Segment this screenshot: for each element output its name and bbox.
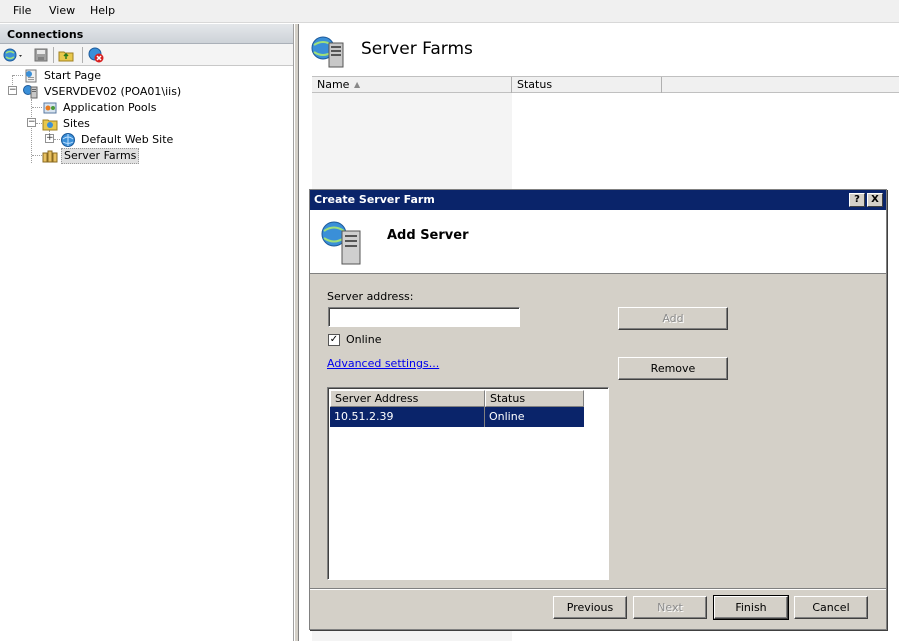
table-row[interactable]: 10.51.2.39 Online [330,407,584,427]
column-status-label: Status [517,78,553,91]
connect-globe-icon[interactable] [3,47,22,63]
tree-line [32,155,42,156]
close-button[interactable]: X [867,193,883,207]
server-farms-globe-icon [311,35,347,72]
save-icon[interactable] [33,47,49,63]
banner-title: Add Server [387,228,469,243]
previous-button[interactable]: Previous [553,596,627,619]
online-label: Online [346,333,382,346]
column-name[interactable]: Name ▲ [312,77,512,93]
sort-ascending-icon: ▲ [354,80,361,89]
dialog-title: Create Server Farm [314,193,435,206]
page-title: Server Farms [361,39,473,59]
toolbar-separator [53,47,54,63]
connections-pane: Connections Start Page − VSERVDEV02 (POA… [0,24,294,641]
tree-label: Application Pools [63,101,157,114]
dialog-banner: Add Server [310,210,886,274]
sites-folder-icon [42,116,58,132]
menu-bar: File View Help [0,0,899,23]
cancel-button[interactable]: Cancel [794,596,868,619]
server-farms-list-header: Name ▲ Status [312,76,899,93]
website-globe-icon [60,132,76,148]
online-checkbox[interactable]: ✓ [328,334,340,346]
dialog-separator [310,588,886,590]
start-page-icon [23,68,39,84]
server-address-input[interactable] [328,307,520,327]
server-globe-icon [320,219,366,270]
tree-line [13,75,23,76]
help-button[interactable]: ? [849,193,865,207]
advanced-settings-link[interactable]: Advanced settings... [327,357,439,370]
tree-label: Sites [63,117,90,130]
create-server-farm-dialog: Create Server Farm ? X Add Server Server… [309,189,887,630]
server-icon [23,84,39,100]
toolbar-separator [82,47,83,63]
collapse-server-toggle[interactable]: − [8,86,17,95]
remove-button[interactable]: Remove [618,357,728,380]
column-server-status[interactable]: Status [485,390,584,407]
server-status-cell: Online [484,407,584,427]
server-list[interactable]: Server Address Status 10.51.2.39 Online [327,387,609,580]
menu-file[interactable]: File [13,4,31,17]
server-address-cell: 10.51.2.39 [334,410,394,423]
dialog-titlebar: Create Server Farm ? X [310,190,886,210]
tree-label: Start Page [44,69,101,82]
connections-toolbar [0,44,293,66]
add-button[interactable]: Add [618,307,728,330]
server-farms-icon [42,148,58,164]
finish-button[interactable]: Finish [713,595,789,620]
server-address-label: Server address: [327,290,414,303]
up-folder-icon[interactable] [58,47,74,63]
tree-label: Default Web Site [81,133,174,146]
connections-tree: Start Page − VSERVDEV02 (POA01\iis) Appl… [0,68,294,168]
collapse-sites-toggle[interactable]: − [27,118,36,127]
menu-view[interactable]: View [49,4,75,17]
expand-default-site-toggle[interactable]: + [45,134,54,143]
column-name-label: Name [317,78,350,91]
connections-header: Connections [0,24,293,44]
column-server-address[interactable]: Server Address [330,390,485,407]
tree-line [31,99,32,163]
tree-label: Server Farms [61,148,140,164]
menu-help[interactable]: Help [90,4,115,17]
disconnect-icon[interactable] [88,47,104,63]
tree-line [32,107,42,108]
column-status[interactable]: Status [512,77,662,93]
application-pools-icon [42,100,58,116]
next-button[interactable]: Next [633,596,707,619]
tree-label: VSERVDEV02 (POA01\iis) [44,85,182,98]
